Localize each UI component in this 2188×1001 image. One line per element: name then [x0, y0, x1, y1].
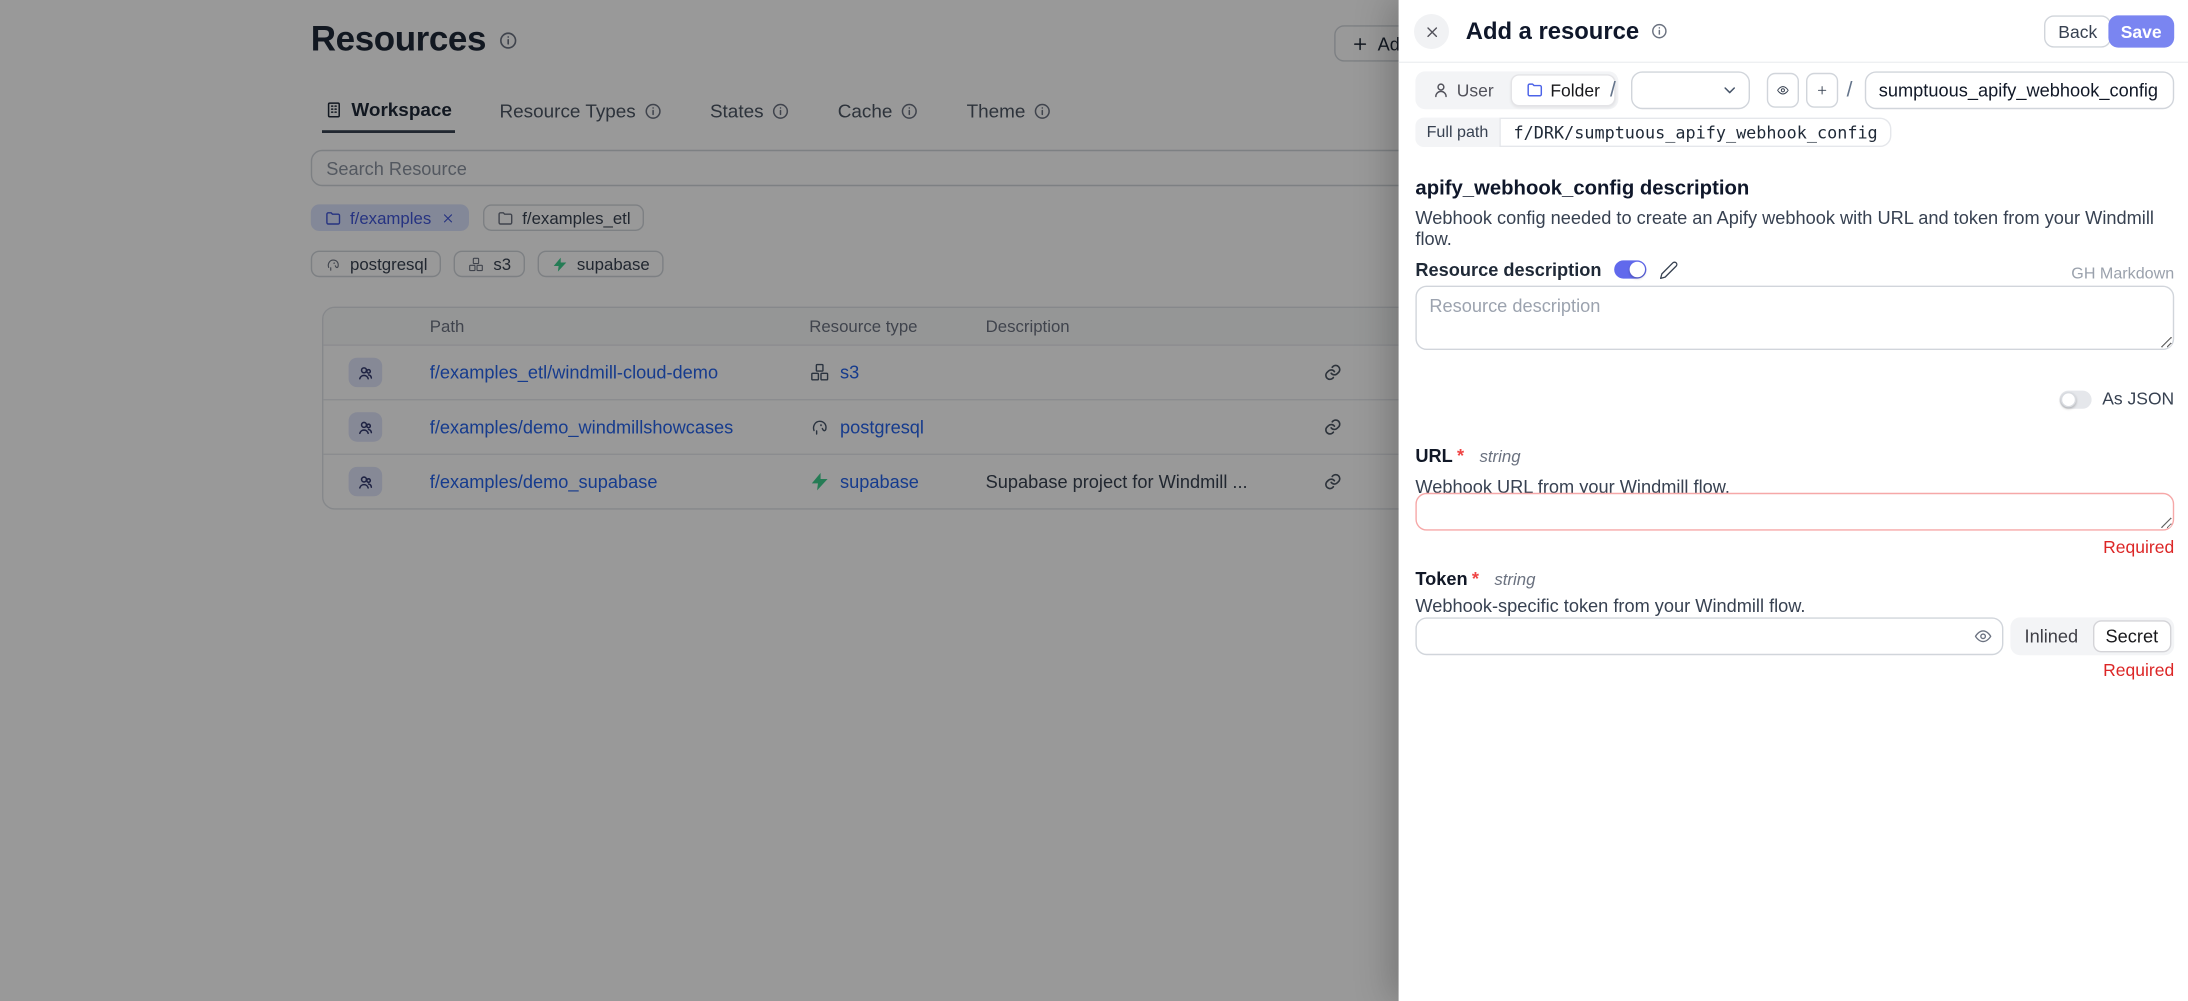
token-input[interactable]	[1415, 617, 2003, 655]
plus-icon	[1816, 81, 1829, 99]
toggle-knob	[2060, 391, 2075, 406]
info-icon[interactable]	[1650, 23, 1668, 41]
markdown-hint: GH Markdown	[2071, 266, 2174, 283]
url-input[interactable]	[1415, 493, 2174, 531]
token-field-name: Token	[1415, 568, 1467, 589]
as-json-toggle[interactable]	[2059, 390, 2091, 408]
token-input-wrap	[1415, 617, 2003, 655]
eye-icon[interactable]	[1974, 627, 1992, 645]
description-textarea[interactable]	[1415, 286, 2174, 350]
path-separator: /	[1847, 71, 1853, 109]
user-icon	[1432, 82, 1450, 100]
folder-select[interactable]	[1631, 71, 1750, 109]
toggle-knob	[1630, 262, 1645, 277]
back-button[interactable]: Back	[2044, 15, 2111, 47]
owner-folder-button[interactable]: Folder	[1510, 74, 1615, 106]
owner-user-button[interactable]: User	[1418, 74, 1507, 106]
url-field-label-row: URL * string	[1415, 445, 1520, 466]
token-storage-toggle: Inlined Secret	[2010, 617, 2174, 655]
token-field-type: string	[1494, 570, 1535, 590]
token-required-message: Required	[2103, 661, 2174, 681]
drawer-title: Add a resource	[1466, 18, 1639, 46]
folder-icon	[1526, 82, 1544, 100]
drawer-title-row: Add a resource	[1466, 0, 1668, 63]
description-label: Resource description	[1415, 259, 1601, 280]
inlined-option[interactable]: Inlined	[2013, 620, 2089, 652]
url-field-type: string	[1479, 447, 1520, 467]
app-window: Resources Ad Workspace Resource Types St…	[0, 0, 2188, 1001]
full-path-label: Full path	[1415, 118, 1499, 147]
close-button[interactable]	[1414, 14, 1449, 49]
required-asterisk: *	[1472, 568, 1479, 589]
schema-heading: apify_webhook_config description	[1415, 178, 1749, 200]
as-json-label: As JSON	[2102, 389, 2174, 409]
description-label-row: Resource description	[1415, 259, 1678, 280]
as-json-row: As JSON	[2059, 389, 2174, 409]
token-field-label-row: Token * string	[1415, 568, 1535, 589]
full-path-row: Full path f/DRK/sumptuous_apify_webhook_…	[1415, 118, 1891, 147]
add-resource-drawer: Add a resource Back Save User Folder / /…	[1399, 0, 2188, 1001]
owner-kind-toggle: User Folder	[1415, 71, 1618, 109]
url-required-message: Required	[2103, 538, 2174, 558]
path-separator: /	[1610, 71, 1616, 109]
token-field-help: Webhook-specific token from your Windmil…	[1415, 595, 1805, 616]
close-icon	[1423, 23, 1440, 40]
owner-user-label: User	[1457, 81, 1494, 101]
new-folder-button[interactable]	[1806, 73, 1838, 108]
view-folder-button[interactable]	[1767, 73, 1799, 108]
secret-option[interactable]: Secret	[2092, 620, 2171, 652]
resource-name-input[interactable]	[1865, 71, 2174, 109]
owner-folder-label: Folder	[1550, 81, 1600, 101]
full-path-value: f/DRK/sumptuous_apify_webhook_config	[1500, 118, 1892, 147]
save-button[interactable]: Save	[2108, 15, 2174, 47]
url-field-name: URL	[1415, 445, 1452, 466]
pencil-icon[interactable]	[1659, 260, 1679, 280]
drawer-header: Add a resource Back Save	[1399, 0, 2188, 63]
eye-icon	[1777, 81, 1790, 99]
description-toggle[interactable]	[1614, 260, 1646, 278]
required-asterisk: *	[1457, 445, 1464, 466]
schema-description: Webhook config needed to create an Apify…	[1415, 207, 2188, 249]
